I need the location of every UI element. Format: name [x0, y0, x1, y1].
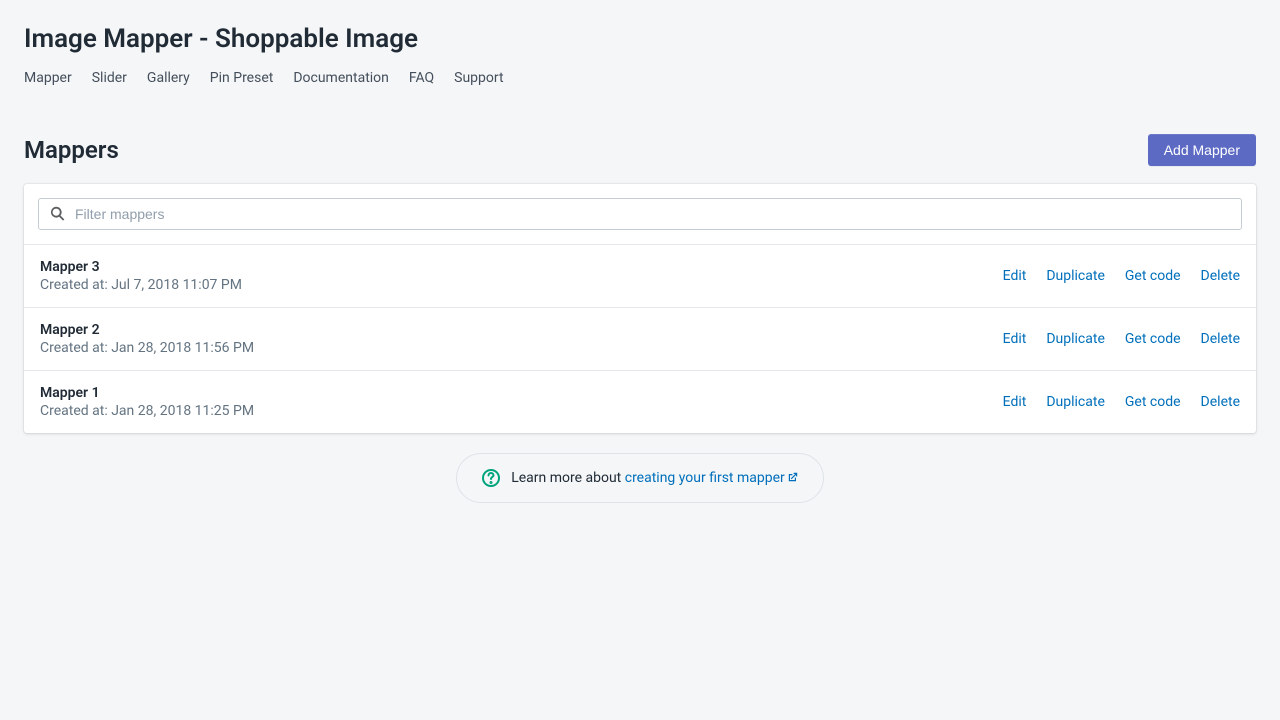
callout-text: Learn more about creating your first map… — [511, 470, 799, 486]
delete-link[interactable]: Delete — [1201, 331, 1240, 347]
tab-mapper[interactable]: Mapper — [24, 70, 72, 86]
mappers-card: Mapper 3 Created at: Jul 7, 2018 11:07 P… — [24, 184, 1256, 433]
getcode-link[interactable]: Get code — [1125, 268, 1181, 284]
delete-link[interactable]: Delete — [1201, 268, 1240, 284]
mapper-created: Created at: Jul 7, 2018 11:07 PM — [40, 277, 242, 293]
getcode-link[interactable]: Get code — [1125, 331, 1181, 347]
tab-nav: Mapper Slider Gallery Pin Preset Documen… — [24, 70, 1256, 86]
external-link-icon — [787, 471, 799, 483]
delete-link[interactable]: Delete — [1201, 394, 1240, 410]
help-icon — [481, 468, 501, 488]
mapper-created: Created at: Jan 28, 2018 11:56 PM — [40, 340, 254, 356]
mapper-name: Mapper 1 — [40, 385, 254, 401]
search-field[interactable] — [38, 198, 1242, 230]
app-title: Image Mapper - Shoppable Image — [24, 24, 1256, 54]
add-mapper-button[interactable]: Add Mapper — [1148, 134, 1256, 166]
getcode-link[interactable]: Get code — [1125, 394, 1181, 410]
search-icon — [49, 205, 67, 223]
duplicate-link[interactable]: Duplicate — [1046, 268, 1105, 284]
callout-link[interactable]: creating your first mapper — [625, 470, 799, 486]
tab-faq[interactable]: FAQ — [409, 70, 434, 86]
table-row: Mapper 1 Created at: Jan 28, 2018 11:25 … — [24, 371, 1256, 433]
tab-support[interactable]: Support — [454, 70, 503, 86]
edit-link[interactable]: Edit — [1003, 394, 1027, 410]
learn-more-callout: Learn more about creating your first map… — [456, 453, 824, 503]
duplicate-link[interactable]: Duplicate — [1046, 394, 1105, 410]
table-row: Mapper 3 Created at: Jul 7, 2018 11:07 P… — [24, 245, 1256, 308]
table-row: Mapper 2 Created at: Jan 28, 2018 11:56 … — [24, 308, 1256, 371]
tab-documentation[interactable]: Documentation — [293, 70, 389, 86]
search-input[interactable] — [75, 206, 1231, 222]
edit-link[interactable]: Edit — [1003, 268, 1027, 284]
tab-slider[interactable]: Slider — [92, 70, 127, 86]
mapper-name: Mapper 3 — [40, 259, 242, 275]
mapper-name: Mapper 2 — [40, 322, 254, 338]
mapper-created: Created at: Jan 28, 2018 11:25 PM — [40, 403, 254, 419]
tab-gallery[interactable]: Gallery — [147, 70, 190, 86]
tab-pin-preset[interactable]: Pin Preset — [210, 70, 274, 86]
page-title: Mappers — [24, 136, 119, 164]
edit-link[interactable]: Edit — [1003, 331, 1027, 347]
duplicate-link[interactable]: Duplicate — [1046, 331, 1105, 347]
